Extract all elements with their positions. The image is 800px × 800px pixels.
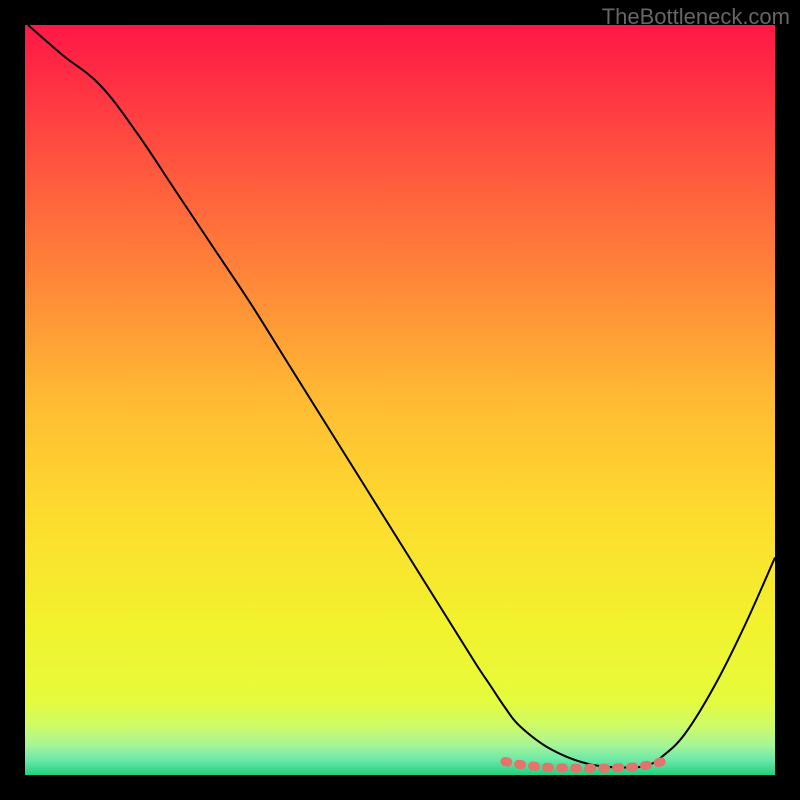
chart-container: TheBottleneck.com	[0, 0, 800, 800]
plot-area	[25, 25, 775, 775]
watermark-text: TheBottleneck.com	[602, 4, 790, 30]
chart-svg	[25, 25, 775, 775]
gradient-background	[25, 25, 775, 775]
